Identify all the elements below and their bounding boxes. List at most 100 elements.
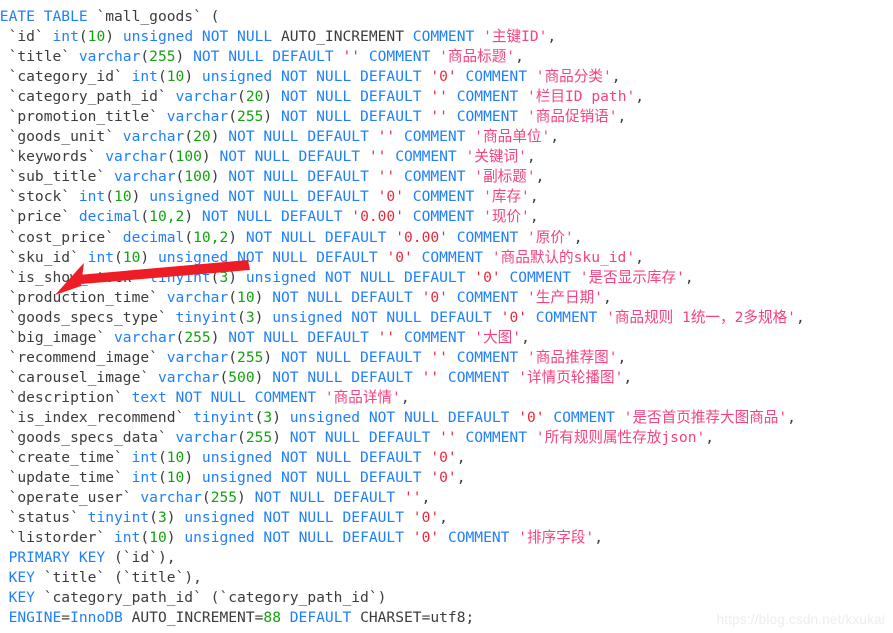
code-token: '0' <box>412 509 440 527</box>
code-token: text <box>122 388 167 406</box>
code-token: ( <box>237 428 246 446</box>
code-token: '0' <box>430 469 457 487</box>
code-token: , <box>550 128 560 146</box>
code-token: `id` <box>122 549 158 567</box>
code-token: unsigned NOT NULL DEFAULT <box>280 408 519 426</box>
code-token: ( <box>105 188 115 206</box>
code-token: '主键ID' <box>483 28 548 46</box>
code-token: '0' <box>518 408 545 426</box>
code-token: ( <box>157 469 167 487</box>
code-token: ( <box>184 228 194 246</box>
code-token: varchar <box>166 88 238 106</box>
code-token: ( <box>201 489 211 507</box>
code-token: varchar <box>157 288 229 306</box>
code-line: KEY `category_path_id` (`category_path_i… <box>0 588 893 608</box>
code-token: COMMENT <box>447 88 528 106</box>
code-token: 3 <box>219 268 229 286</box>
code-token: ) <box>272 428 281 446</box>
code-token: ) <box>175 48 185 66</box>
code-token: COMMENT <box>404 188 484 206</box>
code-token: COMMENT <box>456 68 536 86</box>
code-line: `recommend_image` varchar(255) NOT NULL … <box>0 348 893 368</box>
code-token: ) <box>105 28 115 46</box>
code-token: int <box>78 248 115 266</box>
code-token: `goods_unit` <box>0 128 115 146</box>
code-line: `goods_unit` varchar(20) NOT NULL DEFAUL… <box>0 127 893 147</box>
code-token: ) <box>263 348 273 366</box>
code-token: `description` <box>0 388 123 406</box>
code-line: `stock` int(10) unsigned NOT NULL DEFAUL… <box>0 187 893 207</box>
code-token: COMMENT <box>447 348 527 366</box>
code-line: `big_image` varchar(255) NOT NULL DEFAUL… <box>0 328 893 348</box>
code-token: '' <box>377 168 396 186</box>
code-token: ) <box>166 529 176 547</box>
code-token: ( <box>166 148 176 166</box>
code-token: CHARSET=utf8; <box>360 609 475 627</box>
code-token: ( <box>78 28 88 46</box>
code-token: COMMENT <box>386 148 466 166</box>
code-token: COMMENT <box>447 288 527 306</box>
code-line: `is_index_recommend` tinyint(3) unsigned… <box>0 408 893 428</box>
code-token: `title` <box>43 569 106 587</box>
code-token: NOT NULL DEFAULT <box>280 428 440 446</box>
code-token: unsigned NOT NULL DEFAULT <box>193 469 431 487</box>
code-line: `id` int(10) unsigned NOT NULL AUTO_INCR… <box>0 27 893 47</box>
code-token: ENGINE <box>8 609 62 627</box>
code-token: NOT NULL COMMENT <box>166 388 325 406</box>
code-token: '0' <box>430 449 457 467</box>
code-token: ( <box>105 569 123 587</box>
code-token: 10 <box>166 68 185 86</box>
code-token: unsigned NOT NULL DEFAULT <box>263 308 501 326</box>
code-line: `description` text NOT NULL COMMENT '商品详… <box>0 388 893 408</box>
code-token: 100 <box>184 168 211 186</box>
code-token: `status` <box>8 509 79 527</box>
code-token: '' <box>368 148 387 166</box>
code-token: int <box>43 28 79 46</box>
code-token: PRIMARY KEY <box>0 549 115 567</box>
code-token: `keywords` <box>0 148 97 166</box>
code-token: 255 <box>149 48 176 66</box>
code-token: , <box>635 248 644 266</box>
code-token: NOT NULL DEFAULT <box>210 148 369 166</box>
code-token: '商品详情' <box>324 388 401 406</box>
code-token: ( <box>140 48 150 66</box>
code-token: '' <box>430 108 448 126</box>
code-line: KEY `title` (`title`), <box>0 568 893 588</box>
code-token: int <box>105 529 141 547</box>
code-token: , <box>617 108 627 126</box>
code-token: varchar <box>157 348 229 366</box>
code-token: 10 <box>87 28 106 46</box>
code-token: varchar <box>70 48 141 66</box>
code-token: '' <box>421 368 440 386</box>
code-token: , <box>400 388 410 406</box>
code-token: `recommend_image` <box>0 348 158 366</box>
code-token: ( <box>140 208 150 226</box>
code-token: 500 <box>228 368 255 386</box>
code-token: NOT NULL DEFAULT <box>193 208 352 226</box>
code-token: ) <box>237 489 246 507</box>
code-token: `operate_user` <box>0 489 132 507</box>
code-token: , <box>611 68 621 86</box>
code-token: ( <box>140 529 150 547</box>
code-token: NOT NULL DEFAULT <box>219 168 378 186</box>
code-line: `sub_title` varchar(100) NOT NULL DEFAUL… <box>0 167 893 187</box>
code-token: , <box>684 268 694 286</box>
code-line: PRIMARY KEY (`id`), <box>0 548 893 568</box>
code-token: COMMENT <box>447 108 527 126</box>
code-token: varchar <box>166 428 238 446</box>
code-token: '0' <box>412 529 440 547</box>
code-token: 10 <box>122 248 141 266</box>
code-token: 255 <box>184 328 211 346</box>
code-token: `big_image` <box>0 328 106 346</box>
code-token: `promotion_title` <box>0 108 158 126</box>
code-token: unsigned NOT NULL DEFAULT <box>237 268 475 286</box>
code-token: varchar <box>105 328 176 346</box>
code-token: '是否显示库存' <box>579 268 685 286</box>
code-token: `price` <box>8 208 71 226</box>
code-token: '大图' <box>474 328 522 346</box>
code-token: ( <box>114 549 123 567</box>
code-token: int <box>122 449 158 467</box>
code-token: ) <box>377 589 387 607</box>
code-token: NOT NULL DEFAULT <box>245 489 404 507</box>
code-token: DEFAULT <box>280 609 361 627</box>
